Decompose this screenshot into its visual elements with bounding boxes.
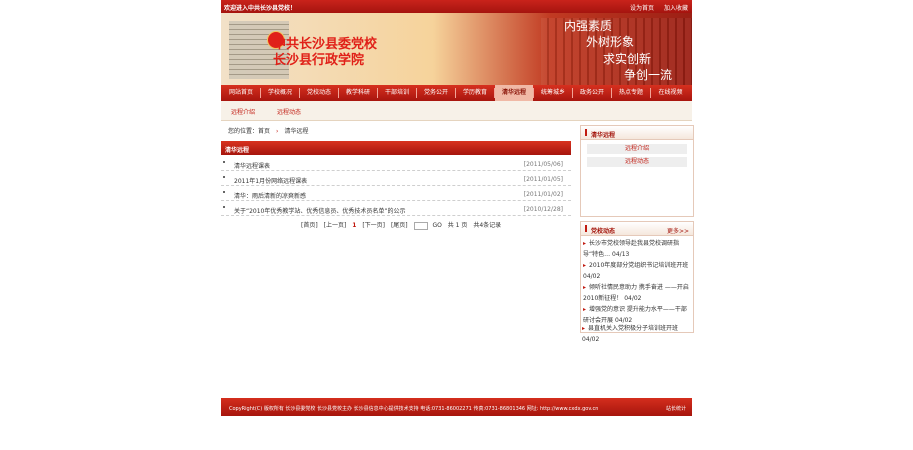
news-item[interactable]: ▸ 倾听社情民意助力 携手奋进 ——开启2010新征程！ 04/02 xyxy=(583,282,691,304)
breadcrumb-label: 您的位置： xyxy=(228,128,259,135)
subnav-remote-news[interactable]: 远程动态 xyxy=(277,107,301,116)
pager-last[interactable]: [尾页] xyxy=(391,222,408,229)
side-link-remote-news[interactable]: 远程动态 xyxy=(587,157,687,167)
banner-slogan-4: 争创一流 xyxy=(624,68,673,82)
nav-item-overview[interactable]: 学校概况 xyxy=(261,85,299,101)
arrow-right-icon: ▸ xyxy=(583,240,587,247)
news-date: 04/02 xyxy=(583,273,601,280)
news-item[interactable]: ▸ 县直机关入党积极分子培训班开班 04/02 xyxy=(582,323,690,345)
footer: CopyRight(C) 版权所有 长沙县委党校 长沙县党校主办 长沙县信息中心… xyxy=(221,398,692,416)
page-number-input[interactable] xyxy=(413,221,428,230)
nav-item-hot-topics[interactable]: 热点专题 xyxy=(612,85,650,101)
banner-slogan-1: 内强素质 xyxy=(564,19,613,33)
article-date: [2011/01/05] xyxy=(523,176,563,183)
top-bar: 欢迎进入中共长沙县党校！ 设为首页 加入收藏 xyxy=(221,0,692,13)
set-home-link[interactable]: 设为首页 xyxy=(630,5,654,12)
news-text[interactable]: 增强党的意识 提升能力水平——干部研讨会开展 xyxy=(583,306,687,324)
breadcrumb-current: 清华远程 xyxy=(284,128,309,135)
bullet-icon xyxy=(223,191,225,193)
article-title[interactable]: 清华：雨后清新的凉爽新感 xyxy=(234,191,306,200)
pager-count: 共4条记录 xyxy=(473,222,502,229)
main-nav: 网站首页 学校概况 党校动态 教学科研 干部培训 党务公开 学历教育 清华远程 … xyxy=(221,85,692,101)
footer-stats-link[interactable]: 站长统计 xyxy=(666,405,686,412)
article-date: [2010/12/28] xyxy=(523,206,563,213)
article-row[interactable]: 关于“2010年优秀教学站、优秀信息员、优秀技术员名单”的公示 [2010/12… xyxy=(221,202,571,216)
school-news-panel: 党校动态 更多>> ▸ 长沙市党校领导赴我县党校调研指导“特色… 04/13 ▸ 2… xyxy=(580,221,694,333)
nav-item-home[interactable]: 网站首页 xyxy=(223,85,259,101)
news-item[interactable]: ▸ 长沙市党校领导赴我县党校调研指导“特色… 04/13 xyxy=(583,238,691,260)
top-links: 设为首页 加入收藏 xyxy=(622,3,688,12)
panel-marker-icon xyxy=(585,129,587,136)
news-text[interactable]: 县直机关入党积极分子培训班开班 xyxy=(588,325,678,332)
news-date: 04/13 xyxy=(612,251,630,258)
article-title[interactable]: 2011年1月份网络远程课表 xyxy=(234,176,307,185)
pager-current: 1 xyxy=(352,222,357,229)
panel-marker-icon xyxy=(585,225,587,232)
welcome-text: 欢迎进入中共长沙县党校！ xyxy=(224,5,297,12)
arrow-right-icon: ▸ xyxy=(582,325,586,332)
remote-panel-title: 清华远程 xyxy=(591,132,616,139)
school-news-title: 党校动态 xyxy=(591,228,616,235)
pager-next[interactable]: [下一页] xyxy=(362,222,385,229)
nav-item-government-affairs[interactable]: 政务公开 xyxy=(573,85,611,101)
arrow-right-icon: ▸ xyxy=(583,306,587,313)
arrow-right-icon: ▸ xyxy=(583,262,587,269)
bullet-icon xyxy=(223,206,225,208)
news-item[interactable]: ▸ 2010年度部分党组织书记培训班开班 04/02 xyxy=(583,260,691,282)
article-date: [2011/05/06] xyxy=(523,161,563,168)
nav-item-online-video[interactable]: 在线视频 xyxy=(651,85,690,101)
side-link-remote-intro[interactable]: 远程介绍 xyxy=(587,144,687,154)
pager-go-button[interactable]: GO xyxy=(432,222,441,229)
remote-panel: 清华远程 远程介绍 远程动态 xyxy=(580,125,694,217)
nav-item-school-news[interactable]: 党校动态 xyxy=(300,85,338,101)
banner-slogan-2: 外树形象 xyxy=(586,35,635,49)
nav-item-tsinghua-remote[interactable]: 清华远程 xyxy=(495,85,533,101)
nav-item-degree-education[interactable]: 学历教育 xyxy=(456,85,494,101)
section-title: 清华远程 xyxy=(225,147,250,154)
remote-panel-header: 清华远程 xyxy=(581,126,693,140)
pager-first[interactable]: [首页] xyxy=(301,222,318,229)
banner-title-line2: 长沙县行政学院 xyxy=(273,53,365,68)
breadcrumb: 您的位置：首页 › 清华远程 xyxy=(228,126,308,135)
subnav-remote-intro[interactable]: 远程介绍 xyxy=(231,107,255,116)
pager-summary: 共 1 页 xyxy=(447,222,468,229)
footer-copyright: CopyRight(C) 版权所有 长沙县委党校 长沙县党校主办 长沙县信息中心… xyxy=(229,406,599,412)
bullet-icon xyxy=(223,176,225,178)
banner-slogan-3: 求实创新 xyxy=(603,52,652,66)
school-news-header: 党校动态 更多>> xyxy=(581,222,693,236)
news-text[interactable]: 2010年度部分党组织书记培训班开班 xyxy=(589,262,688,269)
breadcrumb-arrow-icon: › xyxy=(276,128,279,135)
sub-nav: 远程介绍 远程动态 xyxy=(221,101,692,121)
news-date: 04/02 xyxy=(624,295,642,302)
article-row[interactable]: 清华远程课表 [2011/05/06] xyxy=(221,157,571,171)
news-text[interactable]: 长沙市党校领导赴我县党校调研指导“特色… xyxy=(583,240,679,258)
article-title[interactable]: 清华远程课表 xyxy=(234,161,270,170)
school-news-more-link[interactable]: 更多>> xyxy=(667,226,689,235)
header-banner: 中共长沙县委党校 长沙县行政学院 内强素质 外树形象 求实创新 争创一流 xyxy=(221,13,692,85)
bullet-icon xyxy=(223,161,225,163)
section-header: 清华远程 xyxy=(221,141,571,155)
page-wrapper: 欢迎进入中共长沙县党校！ 设为首页 加入收藏 中共长沙县委党校 长沙县行政学院 … xyxy=(221,0,694,450)
nav-item-party-affairs[interactable]: 党务公开 xyxy=(417,85,455,101)
nav-item-urban-rural[interactable]: 统筹城乡 xyxy=(534,85,572,101)
nav-item-training[interactable]: 干部培训 xyxy=(378,85,416,101)
add-favorite-link[interactable]: 加入收藏 xyxy=(664,5,688,12)
article-title[interactable]: 关于“2010年优秀教学站、优秀信息员、优秀技术员名单”的公示 xyxy=(234,206,406,215)
article-row[interactable]: 清华：雨后清新的凉爽新感 [2011/01/02] xyxy=(221,187,571,201)
article-row[interactable]: 2011年1月份网络远程课表 [2011/01/05] xyxy=(221,172,571,186)
pager-prev[interactable]: [上一页] xyxy=(324,222,347,229)
arrow-right-icon: ▸ xyxy=(583,284,587,291)
pagination: [首页] [上一页] 1 [下一页] [尾页] GO 共 1 页 共4条记录 xyxy=(301,220,505,230)
news-date: 04/02 xyxy=(582,336,600,343)
breadcrumb-home[interactable]: 首页 xyxy=(258,128,270,135)
nav-item-research[interactable]: 教学科研 xyxy=(339,85,377,101)
article-date: [2011/01/02] xyxy=(523,191,563,198)
